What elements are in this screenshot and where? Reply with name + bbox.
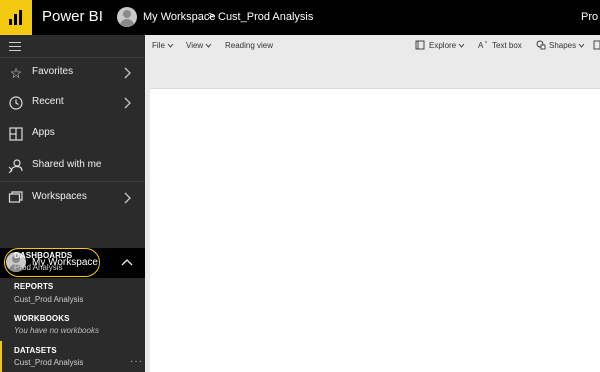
file-menu[interactable]: File: [152, 41, 174, 50]
selection-accent: [0, 341, 2, 372]
sidebar-divider: [0, 181, 145, 182]
chevron-up-icon[interactable]: [120, 257, 134, 267]
report-canvas[interactable]: [150, 88, 600, 372]
shapes-icon: [536, 40, 546, 50]
sidebar: ☆ Favorites Recent Apps Shared with me W…: [0, 35, 145, 372]
breadcrumb-report[interactable]: Cust_Prod Analysis: [218, 11, 313, 23]
breadcrumb-separator: >: [208, 10, 215, 22]
sidebar-item-label: Favorites: [32, 66, 74, 77]
sidebar-item-label: Apps: [32, 127, 55, 138]
chevron-down-icon: [579, 43, 585, 48]
text-box-button[interactable]: Text box: [492, 41, 522, 50]
sidebar-item-label: Workspaces: [32, 191, 87, 202]
workbooks-empty-text: You have no workbooks: [14, 326, 99, 335]
app-launcher-icon[interactable]: [0, 0, 32, 35]
report-area: File View Reading view Explore A Text bo…: [145, 35, 600, 372]
star-icon: ☆: [9, 65, 23, 81]
breadcrumb-workspace[interactable]: My Workspace: [143, 11, 216, 23]
text-box-icon: A: [478, 41, 487, 50]
chevron-down-icon: [206, 43, 212, 48]
dataset-item[interactable]: Cust_Prod Analysis: [14, 358, 83, 367]
svg-text:A: A: [478, 41, 484, 50]
sidebar-item-favorites[interactable]: ☆ Favorites: [0, 58, 145, 88]
report-toolbar: File View Reading view Explore A Text bo…: [145, 35, 600, 57]
explore-menu[interactable]: Explore: [429, 41, 465, 50]
apps-icon: [9, 127, 23, 141]
workspace-avatar-icon: [117, 7, 137, 27]
reading-view-button[interactable]: Reading view: [225, 41, 273, 50]
sidebar-item-label: Shared with me: [32, 159, 102, 170]
section-dashboards-header[interactable]: DASHBOARDS: [14, 251, 72, 260]
pro-trial-label[interactable]: Pro: [581, 11, 598, 23]
app-title[interactable]: Power BI: [42, 8, 103, 25]
chevron-down-icon: [459, 43, 465, 48]
explore-icon: [415, 40, 425, 50]
top-bar: Power BI My Workspace > Cust_Prod Analys…: [0, 0, 600, 35]
chevron-right-icon: [124, 67, 131, 79]
sidebar-item-shared[interactable]: Shared with me: [0, 151, 145, 181]
shapes-menu[interactable]: Shapes: [549, 41, 585, 50]
sidebar-item-recent[interactable]: Recent: [0, 88, 145, 118]
section-datasets-header[interactable]: DATASETS: [14, 346, 57, 355]
sidebar-item-apps[interactable]: Apps: [0, 119, 145, 149]
section-workbooks-header[interactable]: WORKBOOKS: [14, 314, 70, 323]
more-options-icon[interactable]: ···: [130, 356, 143, 367]
workspaces-icon: [8, 191, 23, 203]
section-reports-header[interactable]: REPORTS: [14, 282, 53, 291]
hamburger-menu-icon[interactable]: [9, 42, 21, 54]
dashboard-item[interactable]: Prod Analysis: [14, 263, 62, 272]
overflow-icon[interactable]: [593, 40, 600, 50]
view-menu[interactable]: View: [186, 41, 212, 50]
sidebar-item-label: Recent: [32, 96, 64, 107]
chevron-right-icon: [124, 97, 131, 109]
sidebar-item-workspaces[interactable]: Workspaces: [0, 183, 145, 213]
shared-icon: [8, 159, 23, 174]
chevron-right-icon: [124, 192, 131, 204]
report-item[interactable]: Cust_Prod Analysis: [14, 295, 83, 304]
clock-icon: [9, 96, 23, 110]
chevron-down-icon: [167, 43, 174, 48]
